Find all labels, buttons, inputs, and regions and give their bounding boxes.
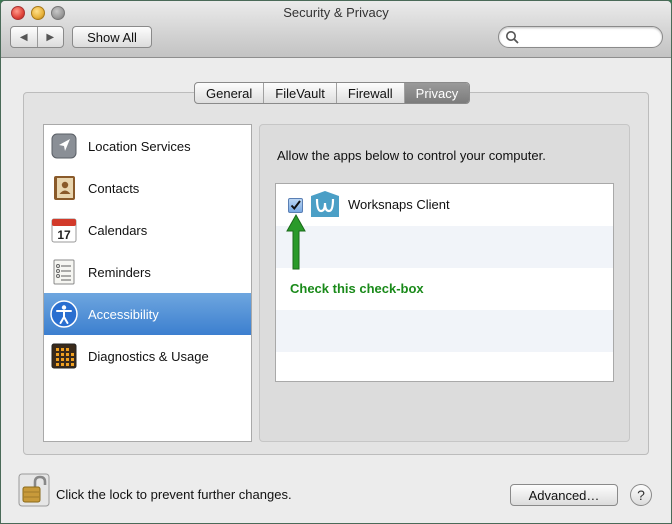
tab-bar: General FileVault Firewall Privacy	[194, 82, 471, 104]
sidebar-item-location-services[interactable]: Location Services	[44, 125, 251, 167]
privacy-category-list: Location Services Contacts 17 Calendars …	[43, 124, 252, 442]
title-bar: Security & Privacy ◀ ▶ Show All	[1, 1, 671, 58]
contacts-book-icon	[50, 174, 78, 202]
list-item	[276, 352, 613, 381]
sidebar-item-label: Location Services	[88, 138, 191, 154]
sidebar-item-reminders[interactable]: Reminders	[44, 251, 251, 293]
checkmark-icon	[290, 200, 301, 211]
lock-status-text: Click the lock to prevent further change…	[56, 487, 292, 502]
back-forward-control: ◀ ▶	[10, 26, 64, 48]
window-title: Security & Privacy	[283, 5, 389, 20]
help-button[interactable]: ?	[630, 484, 652, 506]
annotation-text: Check this check-box	[290, 281, 424, 296]
sidebar-item-contacts[interactable]: Contacts	[44, 167, 251, 209]
list-item	[276, 226, 613, 268]
search-icon	[506, 31, 519, 44]
location-arrow-icon	[50, 132, 78, 160]
security-privacy-window: Security & Privacy ◀ ▶ Show All General …	[0, 0, 672, 524]
sidebar-item-label: Reminders	[88, 264, 151, 280]
sidebar-item-label: Accessibility	[88, 306, 159, 322]
app-name-label: Worksnaps Client	[348, 197, 450, 212]
worksnaps-icon	[311, 191, 339, 217]
calendar-day-number: 17	[57, 228, 71, 242]
accessibility-icon	[50, 300, 78, 328]
tab-privacy[interactable]: Privacy	[404, 83, 470, 103]
advanced-button[interactable]: Advanced…	[510, 484, 618, 506]
worksnaps-checkbox[interactable]	[288, 198, 303, 213]
forward-button[interactable]: ▶	[38, 27, 64, 47]
tab-general[interactable]: General	[195, 83, 265, 103]
tab-firewall[interactable]: Firewall	[337, 83, 405, 103]
calendar-icon: 17	[50, 216, 78, 244]
show-all-button[interactable]: Show All	[72, 26, 152, 48]
sidebar-item-diagnostics[interactable]: Diagnostics & Usage	[44, 335, 251, 377]
diagnostics-icon	[50, 342, 78, 370]
sidebar-item-label: Contacts	[88, 180, 140, 196]
arrow-up-icon	[286, 213, 306, 270]
list-item	[276, 310, 613, 352]
sidebar-item-label: Calendars	[88, 222, 148, 238]
search-input[interactable]	[498, 26, 663, 48]
tab-filevault[interactable]: FileVault	[264, 83, 337, 103]
pane-description: Allow the apps below to control your com…	[277, 148, 546, 163]
sidebar-item-label: Diagnostics & Usage	[88, 348, 209, 364]
reminders-list-icon	[50, 258, 78, 286]
back-button[interactable]: ◀	[11, 27, 38, 47]
sidebar-item-accessibility[interactable]: Accessibility	[44, 293, 251, 335]
sidebar-item-calendars[interactable]: 17 Calendars	[44, 209, 251, 251]
lock-icon[interactable]	[18, 473, 50, 507]
